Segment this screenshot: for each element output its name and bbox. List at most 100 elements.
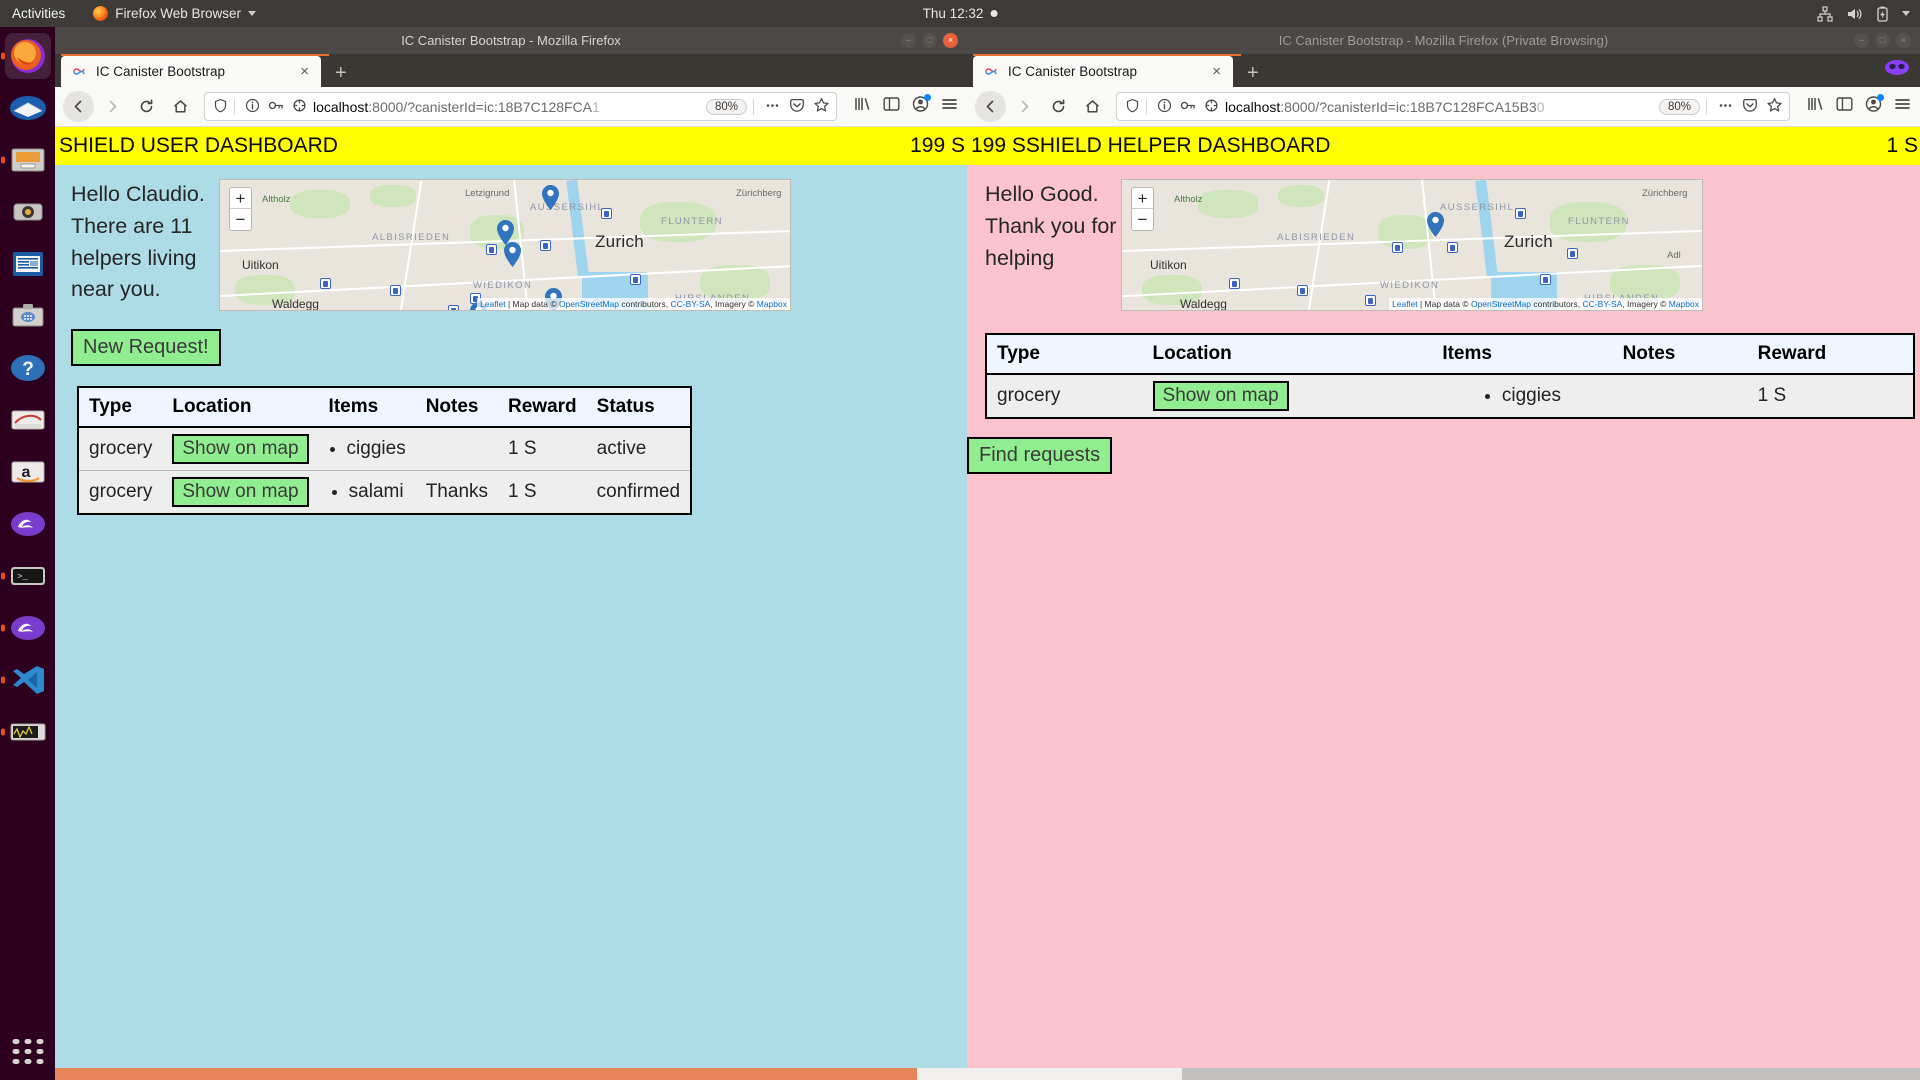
tab-close-icon[interactable]: × [297, 63, 312, 80]
account-icon[interactable] [1864, 94, 1884, 118]
scrollbar-thumb[interactable] [1182, 1068, 1920, 1080]
sidebar-icon[interactable] [1835, 95, 1854, 118]
minimize-button[interactable]: – [901, 33, 916, 48]
bookmark-star-icon[interactable] [813, 97, 830, 116]
app-menu-button[interactable]: Firefox Web Browser [93, 6, 257, 21]
library-icon[interactable] [853, 95, 872, 118]
network-icon[interactable] [1817, 5, 1833, 22]
tab-ic-canister-bootstrap[interactable]: IC Canister Bootstrap × [61, 56, 321, 87]
dock-item-spreadsheet[interactable] [5, 397, 51, 443]
horizontal-scrollbar-right[interactable] [967, 1068, 1920, 1080]
url-bar-left[interactable]: localhost:8000/?canisterId=ic:18B7C128FC… [204, 92, 837, 121]
map-zoom-out-button[interactable]: − [230, 209, 251, 230]
dock-item-system-monitor[interactable] [0, 709, 51, 755]
system-tray[interactable] [1817, 5, 1910, 22]
library-icon[interactable] [1806, 95, 1825, 118]
new-tab-button[interactable]: + [335, 63, 347, 83]
reader-mode-icon[interactable] [1125, 98, 1140, 116]
activities-button[interactable]: Activities [12, 6, 65, 21]
spreadsheet-icon [11, 410, 44, 430]
back-button[interactable] [975, 91, 1006, 122]
helper-map[interactable]: + − Altholz AUSSERSIHL ALBISRIEDEN FLUNTERN… [1121, 179, 1703, 311]
map-pin-marker[interactable] [1427, 212, 1444, 237]
show-on-map-button[interactable]: Show on map [172, 477, 309, 507]
map-zoom-out-button[interactable]: − [1132, 209, 1153, 230]
osm-link[interactable]: OpenStreetMap [559, 299, 619, 309]
page-actions-icon[interactable] [764, 98, 781, 116]
dock-item-help[interactable]: ? [5, 345, 51, 391]
clock-button[interactable]: Thu 12:32 [923, 6, 998, 21]
dock-item-vscode[interactable] [0, 657, 51, 703]
hamburger-menu-icon[interactable] [940, 95, 959, 118]
horizontal-scrollbar-left[interactable] [55, 1068, 967, 1080]
maximize-button[interactable]: □ [1875, 33, 1890, 48]
map-zoom-in-button[interactable]: + [230, 188, 251, 209]
dock-item-terminal[interactable]: >_ [0, 553, 51, 599]
sidebar-icon[interactable] [882, 95, 901, 118]
leaflet-link[interactable]: Leaflet [1392, 299, 1418, 309]
permissions-key-icon[interactable] [268, 98, 284, 116]
zoom-level-indicator[interactable]: 80% [1658, 98, 1700, 115]
dock-item-firefox[interactable] [0, 33, 51, 79]
tab-ic-canister-bootstrap[interactable]: IC Canister Bootstrap × [973, 56, 1233, 87]
battery-icon[interactable] [1876, 6, 1889, 22]
tab-close-icon[interactable]: × [1209, 63, 1224, 80]
dock-item-emacs[interactable] [5, 501, 51, 547]
user-map[interactable]: + − Altholz Letzigrund ALBISRIEDEN AUSSERSI… [219, 179, 791, 311]
tracking-protection-icon[interactable] [1204, 98, 1219, 116]
tracking-protection-icon[interactable] [292, 98, 307, 116]
dock-item-emacs-2[interactable] [0, 605, 51, 651]
scrollbar-thumb[interactable] [55, 1068, 917, 1080]
dock-item-amazon[interactable]: a [5, 449, 51, 495]
map-zoom-in-button[interactable]: + [1132, 188, 1153, 209]
pocket-icon[interactable] [1742, 98, 1758, 116]
show-on-map-button[interactable]: Show on map [1152, 381, 1289, 411]
home-button[interactable] [1077, 91, 1108, 122]
mapbox-link[interactable]: Mapbox [1669, 299, 1699, 309]
license-link[interactable]: CC-BY-SA [670, 299, 710, 309]
map-park [370, 185, 416, 207]
reader-mode-icon[interactable] [213, 98, 228, 116]
dock-item-libreoffice-writer[interactable] [5, 241, 51, 287]
home-button[interactable] [165, 91, 196, 122]
url-bar-right[interactable]: localhost:8000/?canisterId=ic:18B7C128FC… [1116, 92, 1790, 121]
dock-item-rhythmbox[interactable] [5, 189, 51, 235]
show-on-map-button[interactable]: Show on map [172, 434, 309, 464]
page-actions-icon[interactable] [1717, 98, 1734, 116]
dock-item-thunderbird[interactable] [5, 85, 51, 131]
zoom-level-indicator[interactable]: 80% [705, 98, 747, 115]
map-pin-marker[interactable] [542, 185, 559, 210]
map-zoom-controls[interactable]: + − [1131, 187, 1154, 231]
info-icon[interactable] [1157, 98, 1172, 116]
new-tab-button[interactable]: + [1247, 63, 1259, 83]
reload-button[interactable] [131, 91, 162, 122]
close-button[interactable]: × [1896, 33, 1911, 48]
new-request-button[interactable]: New Request! [71, 329, 221, 366]
map-pin-marker[interactable] [504, 242, 521, 267]
leaflet-link[interactable]: Leaflet [480, 299, 506, 309]
show-applications-button[interactable] [12, 1039, 43, 1064]
maximize-button[interactable]: □ [922, 33, 937, 48]
map-zoom-controls[interactable]: + − [229, 187, 252, 231]
dock-item-files[interactable] [0, 137, 51, 183]
bookmark-star-icon[interactable] [1766, 97, 1783, 116]
find-requests-button[interactable]: Find requests [967, 437, 1113, 474]
forward-button[interactable] [1009, 91, 1040, 122]
back-button[interactable] [63, 91, 94, 122]
license-link[interactable]: CC-BY-SA [1582, 299, 1622, 309]
forward-button[interactable] [97, 91, 128, 122]
permissions-key-icon[interactable] [1180, 98, 1196, 116]
hamburger-menu-icon[interactable] [1893, 95, 1912, 118]
osm-link[interactable]: OpenStreetMap [1471, 299, 1531, 309]
reload-button[interactable] [1043, 91, 1074, 122]
user-greeting-text: Hello Claudio. There are 11 helpers livi… [71, 182, 205, 302]
info-icon[interactable] [245, 98, 260, 116]
minimize-button[interactable]: – [1854, 33, 1869, 48]
account-icon[interactable] [911, 94, 931, 118]
mapbox-link[interactable]: Mapbox [757, 299, 787, 309]
dock-item-ubuntu-software[interactable] [5, 293, 51, 339]
volume-icon[interactable] [1846, 6, 1863, 22]
pocket-icon[interactable] [789, 98, 805, 116]
chevron-down-icon[interactable] [1902, 11, 1910, 16]
close-button[interactable]: × [943, 33, 958, 48]
